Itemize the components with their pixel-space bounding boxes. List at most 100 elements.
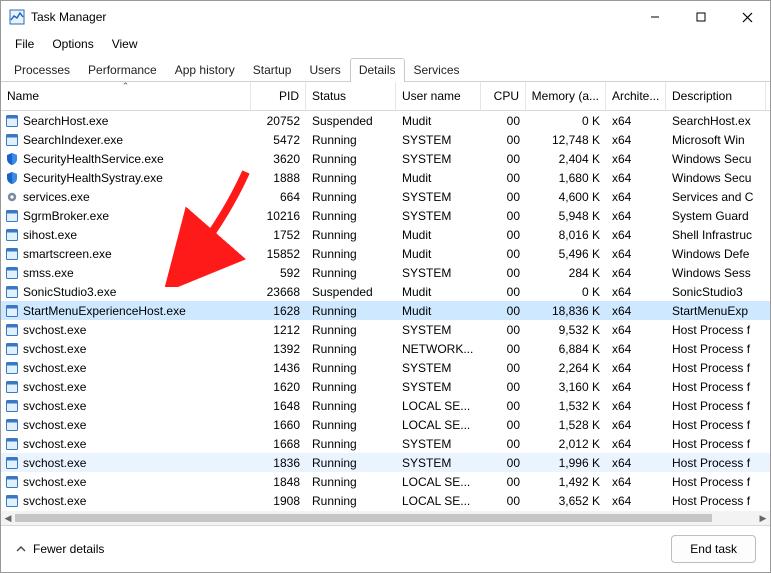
cell-arch: x64 (606, 399, 666, 413)
table-row[interactable]: svchost.exe1836RunningSYSTEM001,996 Kx64… (1, 453, 770, 472)
table-row[interactable]: SearchIndexer.exe5472RunningSYSTEM0012,7… (1, 130, 770, 149)
process-name: smartscreen.exe (23, 247, 112, 261)
cell-arch: x64 (606, 304, 666, 318)
menu-file[interactable]: File (7, 35, 42, 53)
horizontal-scrollbar[interactable]: ◀ ▶ (1, 511, 770, 525)
scroll-thumb[interactable] (15, 514, 712, 522)
column-header-arch[interactable]: Archite... (606, 82, 666, 110)
table-row[interactable]: services.exe664RunningSYSTEM004,600 Kx64… (1, 187, 770, 206)
cell-arch: x64 (606, 228, 666, 242)
tab-app-history[interactable]: App history (166, 58, 244, 82)
cell-status: Running (306, 342, 396, 356)
app-icon (5, 209, 19, 223)
grid-body[interactable]: SearchHost.exe20752SuspendedMudit000 Kx6… (1, 111, 770, 511)
cell-status: Suspended (306, 285, 396, 299)
cell-mem: 1,532 K (526, 399, 606, 413)
cell-name: svchost.exe (1, 437, 251, 451)
table-row[interactable]: sihost.exe1752RunningMudit008,016 Kx64Sh… (1, 225, 770, 244)
table-row[interactable]: SonicStudio3.exe23668SuspendedMudit000 K… (1, 282, 770, 301)
cell-status: Running (306, 190, 396, 204)
cell-user: SYSTEM (396, 437, 481, 451)
table-row[interactable]: SearchHost.exe20752SuspendedMudit000 Kx6… (1, 111, 770, 130)
table-row[interactable]: svchost.exe1660RunningLOCAL SE...001,528… (1, 415, 770, 434)
cell-pid: 1392 (251, 342, 306, 356)
process-name: SecurityHealthSystray.exe (23, 171, 163, 185)
menu-view[interactable]: View (104, 35, 146, 53)
column-header-name[interactable]: Name⌃ (1, 82, 251, 110)
table-row[interactable]: svchost.exe1908RunningLOCAL SE...003,652… (1, 491, 770, 510)
table-row[interactable]: svchost.exe1392RunningNETWORK...006,884 … (1, 339, 770, 358)
window-controls (632, 1, 770, 33)
menu-options[interactable]: Options (44, 35, 101, 53)
table-row[interactable]: SecurityHealthSystray.exe1888RunningMudi… (1, 168, 770, 187)
maximize-button[interactable] (678, 1, 724, 33)
tabbar: Processes Performance App history Startu… (1, 55, 770, 82)
minimize-button[interactable] (632, 1, 678, 33)
cell-cpu: 00 (481, 171, 526, 185)
cell-name: svchost.exe (1, 418, 251, 432)
table-row[interactable]: smss.exe592RunningSYSTEM00284 Kx64Window… (1, 263, 770, 282)
gear-icon (5, 190, 19, 204)
cell-desc: Host Process f (666, 399, 766, 413)
app-icon (5, 133, 19, 147)
cell-status: Running (306, 399, 396, 413)
table-row[interactable]: smartscreen.exe15852RunningMudit005,496 … (1, 244, 770, 263)
cell-pid: 1648 (251, 399, 306, 413)
fewer-details-button[interactable]: Fewer details (15, 542, 104, 556)
column-header-status[interactable]: Status (306, 82, 396, 110)
cell-mem: 1,528 K (526, 418, 606, 432)
cell-user: SYSTEM (396, 152, 481, 166)
tab-users[interactable]: Users (300, 58, 349, 82)
column-header-user[interactable]: User name (396, 82, 481, 110)
cell-arch: x64 (606, 190, 666, 204)
tab-performance[interactable]: Performance (79, 58, 166, 82)
column-header-desc[interactable]: Description (666, 82, 766, 110)
column-header-mem[interactable]: Memory (a... (526, 82, 606, 110)
cell-desc: Shell Infrastruc (666, 228, 766, 242)
cell-desc: Host Process f (666, 456, 766, 470)
process-name: svchost.exe (23, 342, 86, 356)
close-button[interactable] (724, 1, 770, 33)
table-row[interactable]: svchost.exe1668RunningSYSTEM002,012 Kx64… (1, 434, 770, 453)
column-header-cpu[interactable]: CPU (481, 82, 526, 110)
table-row[interactable]: SecurityHealthService.exe3620RunningSYST… (1, 149, 770, 168)
table-row[interactable]: StartMenuExperienceHost.exe1628RunningMu… (1, 301, 770, 320)
cell-status: Running (306, 304, 396, 318)
tab-startup[interactable]: Startup (244, 58, 301, 82)
chevron-up-icon (15, 543, 27, 555)
tab-services[interactable]: Services (405, 58, 469, 82)
tab-details[interactable]: Details (350, 58, 405, 82)
details-grid: Name⌃PIDStatusUser nameCPUMemory (a...Ar… (1, 82, 770, 525)
process-name: svchost.exe (23, 475, 86, 489)
end-task-button[interactable]: End task (671, 535, 756, 563)
table-row[interactable]: SgrmBroker.exe10216RunningSYSTEM005,948 … (1, 206, 770, 225)
scroll-left-icon[interactable]: ◀ (1, 511, 15, 525)
cell-status: Running (306, 437, 396, 451)
column-header-pid[interactable]: PID (251, 82, 306, 110)
cell-user: SYSTEM (396, 361, 481, 375)
table-row[interactable]: svchost.exe1848RunningLOCAL SE...001,492… (1, 472, 770, 491)
cell-desc: Host Process f (666, 475, 766, 489)
cell-name: svchost.exe (1, 494, 251, 508)
tab-processes[interactable]: Processes (5, 58, 79, 82)
cell-name: smss.exe (1, 266, 251, 280)
table-row[interactable]: svchost.exe1436RunningSYSTEM002,264 Kx64… (1, 358, 770, 377)
table-row[interactable]: svchost.exe1648RunningLOCAL SE...001,532… (1, 396, 770, 415)
cell-mem: 12,748 K (526, 133, 606, 147)
cell-cpu: 00 (481, 304, 526, 318)
table-row[interactable]: svchost.exe1212RunningSYSTEM009,532 Kx64… (1, 320, 770, 339)
cell-user: Mudit (396, 285, 481, 299)
cell-name: services.exe (1, 190, 251, 204)
table-row[interactable]: svchost.exe1620RunningSYSTEM003,160 Kx64… (1, 377, 770, 396)
scroll-right-icon[interactable]: ▶ (756, 511, 770, 525)
cell-name: StartMenuExperienceHost.exe (1, 304, 251, 318)
cell-pid: 1628 (251, 304, 306, 318)
fewer-details-label: Fewer details (33, 542, 104, 556)
cell-name: svchost.exe (1, 323, 251, 337)
cell-mem: 4,600 K (526, 190, 606, 204)
cell-mem: 1,996 K (526, 456, 606, 470)
cell-arch: x64 (606, 133, 666, 147)
cell-cpu: 00 (481, 323, 526, 337)
cell-user: Mudit (396, 304, 481, 318)
cell-pid: 1888 (251, 171, 306, 185)
